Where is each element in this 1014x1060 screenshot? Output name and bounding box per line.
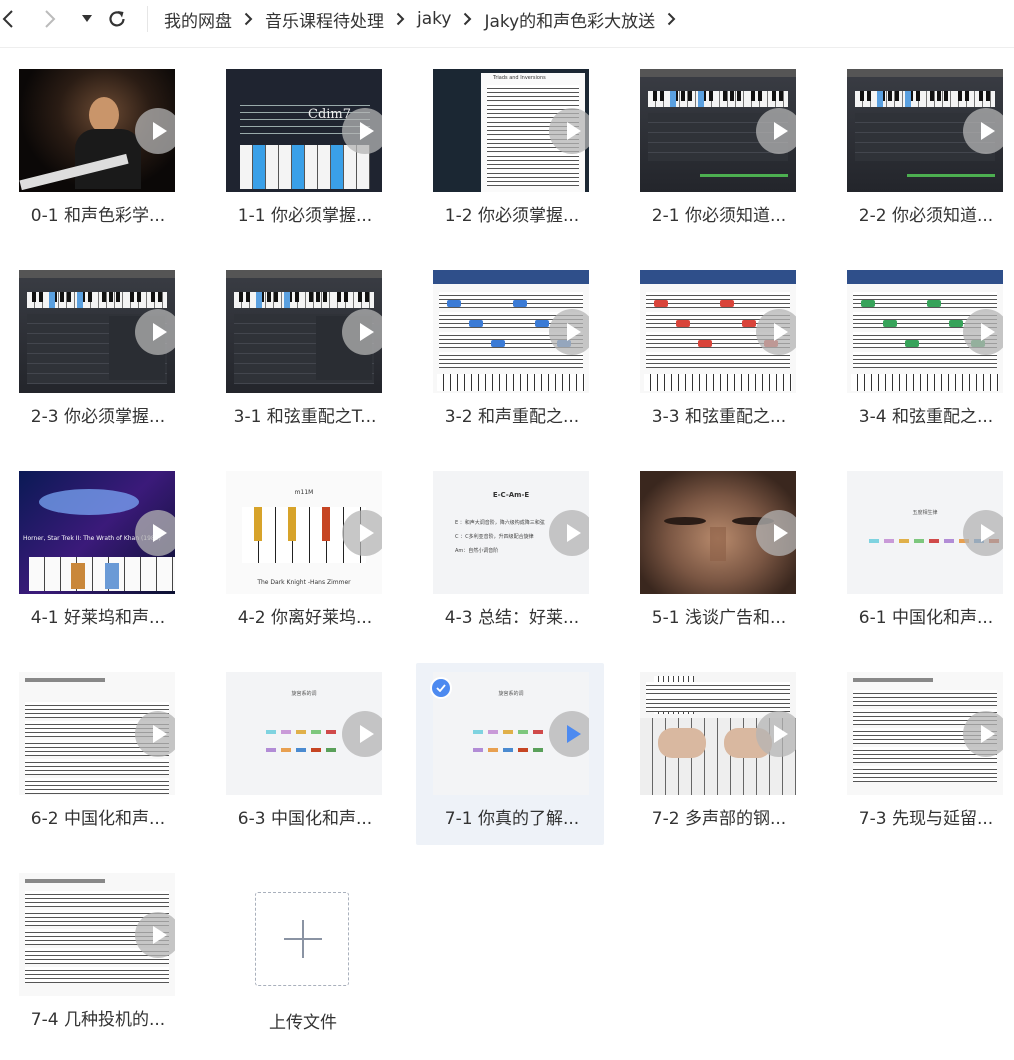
file-item[interactable]: 3-4 和弦重配之... [844,261,1014,443]
slide-line-text: C ：C多利亚音阶，升四级配合旋律 [455,534,534,540]
file-item[interactable]: 6-2 中国化和声... [16,663,204,845]
file-name-label: 4-2 你离好莱坞... [237,608,373,628]
play-icon[interactable] [549,509,589,556]
file-item[interactable]: Cdim7 1-1 你必须掌握... [223,60,411,242]
play-icon[interactable] [549,710,589,757]
video-thumbnail[interactable]: Cdim7 [226,69,382,192]
play-icon[interactable] [963,710,1003,757]
video-thumbnail[interactable] [19,69,175,192]
file-item[interactable]: 2-2 你必须知道... [844,60,1014,242]
file-item[interactable]: m11M The Dark Knight -Hans Zimmer 4-2 你离好莱… [223,462,411,644]
play-icon[interactable] [963,509,1003,556]
file-item[interactable]: 2-1 你必须知道... [637,60,825,242]
video-thumbnail[interactable]: Horner, Star Trek II: The Wrath of Khan … [19,471,175,594]
video-thumbnail[interactable] [640,270,796,393]
play-icon[interactable] [756,107,796,154]
video-thumbnail[interactable] [19,270,175,393]
file-item[interactable]: 3-2 和声重配之... [430,261,618,443]
play-icon[interactable] [135,107,175,154]
file-item[interactable]: 3-3 和弦重配之... [637,261,825,443]
file-name-label: 1-2 你必须掌握... [444,206,580,226]
file-name-label: 2-1 你必须知道... [651,206,787,226]
video-thumbnail[interactable] [19,873,175,996]
play-icon[interactable] [756,710,796,757]
file-name-label: 2-2 你必须知道... [858,206,994,226]
video-thumbnail[interactable] [640,672,796,795]
slide-line-text: E ：和声大调音阶，降六级构成降三和弦 [455,520,545,526]
thumb-credit-text: The Dark Knight -Hans Zimmer [257,579,351,586]
play-icon[interactable] [963,107,1003,154]
video-thumbnail[interactable]: 旋宫系的调 [226,672,382,795]
upload-file-label: 上传文件 [269,1013,337,1033]
file-item[interactable]: 旋宫系的调 7-1 你真的了解... [416,663,604,845]
file-name-label: 0-1 和声色彩学... [30,206,166,226]
file-item[interactable]: 2-3 你必须掌握... [16,261,204,443]
play-icon[interactable] [135,911,175,958]
file-grid: 0-1 和声色彩学... Cdim7 1-1 你必须掌握... Triads and … [0,0,1014,1060]
slide-title-text: 旋宫系的调 [291,691,317,697]
play-icon[interactable] [135,509,175,556]
file-name-label: 3-4 和弦重配之... [858,407,994,427]
slide-title-text: E-C-Am-E [492,491,530,499]
video-thumbnail[interactable] [847,672,1003,795]
play-icon[interactable] [756,308,796,355]
play-icon[interactable] [342,710,382,757]
file-name-label: 2-3 你必须掌握... [30,407,166,427]
file-item[interactable]: 5-1 浅谈广告和... [637,462,825,644]
video-thumbnail[interactable] [226,270,382,393]
play-icon[interactable] [135,308,175,355]
file-name-label: 7-4 几种投机的... [30,1010,166,1030]
file-name-label: 3-3 和弦重配之... [651,407,787,427]
file-name-label: 6-1 中国化和声... [858,608,994,628]
file-name-label: 7-2 多声部的钢... [651,809,787,829]
file-item[interactable]: 0-1 和声色彩学... [16,60,204,242]
file-item[interactable]: 7-3 先现与延留... [844,663,1014,845]
file-item[interactable]: Horner, Star Trek II: The Wrath of Khan … [16,462,204,644]
video-thumbnail[interactable]: Triads and Inversions [433,69,589,192]
play-icon[interactable] [342,308,382,355]
file-item[interactable]: 7-2 多声部的钢... [637,663,825,845]
file-name-label: 4-3 总结：好莱... [444,608,580,628]
slide-line-text: Am：自然小调音阶 [455,548,499,554]
play-icon[interactable] [549,308,589,355]
plus-icon-stroke [302,920,304,958]
video-thumbnail[interactable]: 五度相生律 [847,471,1003,594]
slide-title-text: 旋宫系的调 [498,691,524,697]
video-thumbnail[interactable] [640,471,796,594]
file-item[interactable]: 3-1 和弦重配之T... [223,261,411,443]
video-thumbnail[interactable]: m11M The Dark Knight -Hans Zimmer [226,471,382,594]
video-thumbnail[interactable] [433,270,589,393]
play-icon[interactable] [756,509,796,556]
file-name-label: 7-3 先现与延留... [858,809,994,829]
file-item[interactable]: 五度相生律 6-1 中国化和声... [844,462,1014,644]
check-icon[interactable] [430,677,452,699]
upload-file-button[interactable] [255,892,349,986]
play-icon[interactable] [135,710,175,757]
play-icon[interactable] [342,509,382,556]
file-name-label: 1-1 你必须掌握... [237,206,373,226]
file-item[interactable]: E-C-Am-E E ：和声大调音阶，降六级构成降三和弦 C ：C多利亚音阶，升四级… [430,462,618,644]
video-thumbnail[interactable] [847,69,1003,192]
file-name-label: 5-1 浅谈广告和... [651,608,787,628]
thumb-title-text: m11M [294,489,314,496]
file-name-label: 4-1 好莱坞和声... [30,608,166,628]
video-thumbnail[interactable] [19,672,175,795]
file-name-label: 7-1 你真的了解... [444,809,580,829]
file-item[interactable]: 旋宫系的调 6-3 中国化和声... [223,663,411,845]
file-name-label: 6-3 中国化和声... [237,809,373,829]
video-thumbnail[interactable] [847,270,1003,393]
video-thumbnail[interactable]: E-C-Am-E E ：和声大调音阶，降六级构成降三和弦 C ：C多利亚音阶，升四级… [433,471,589,594]
play-icon[interactable] [342,107,382,154]
file-name-label: 6-2 中国化和声... [30,809,166,829]
play-icon[interactable] [963,308,1003,355]
video-thumbnail[interactable] [640,69,796,192]
file-name-label: 3-2 和声重配之... [444,407,580,427]
file-name-label: 3-1 和弦重配之T... [233,407,377,427]
play-icon[interactable] [549,107,589,154]
video-thumbnail[interactable]: 旋宫系的调 [433,672,589,795]
file-item[interactable]: Triads and Inversions 1-2 你必须掌握... [430,60,618,242]
file-item[interactable]: 7-4 几种投机的... [16,864,204,1046]
